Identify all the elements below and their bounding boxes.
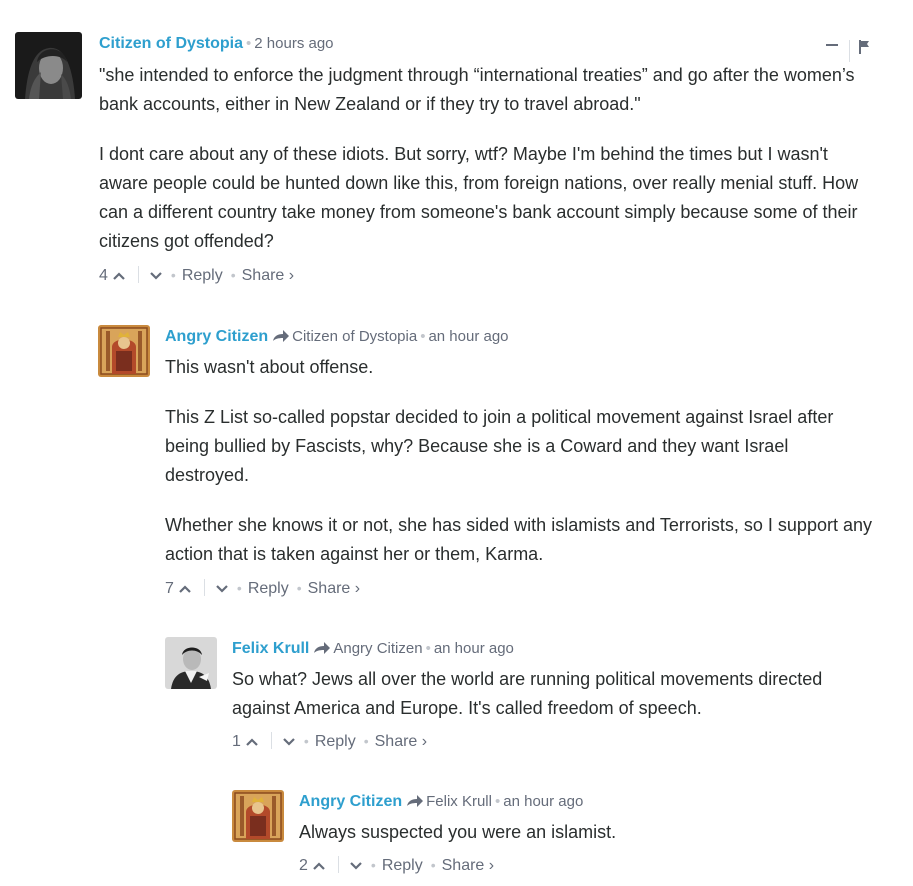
author-name[interactable]: Angry Citizen [299, 793, 402, 810]
comment-footer: 2 • Reply • Share › [299, 855, 494, 877]
timestamp[interactable]: an hour ago [434, 640, 514, 657]
reply-arrow-icon [406, 794, 424, 814]
separator-dot: • [170, 267, 176, 283]
comment-paragraph: This Z List so-called popstar decided to… [165, 407, 834, 485]
vote-divider [270, 732, 272, 749]
avatar[interactable] [232, 790, 284, 842]
chevron-down-icon[interactable] [215, 580, 229, 600]
comment-felix-krull: Felix Krull Angry Citizen • an hour ago So … [165, 637, 913, 757]
reply-button[interactable]: Reply [315, 733, 356, 750]
reply-button[interactable]: Reply [382, 857, 423, 874]
share-button[interactable]: Share › [308, 580, 360, 597]
parent-author-link[interactable]: Felix Krull [426, 793, 492, 810]
chevron-up-icon[interactable] [178, 580, 192, 600]
separator-dot: • [303, 733, 309, 749]
timestamp[interactable]: an hour ago [428, 328, 508, 345]
separator-dot: • [246, 35, 252, 52]
comment-paragraph: This wasn't about offense. [165, 357, 374, 377]
comment-text: Always suspected you were an islamist. [299, 818, 873, 847]
avatar[interactable] [98, 325, 150, 377]
reply-arrow-icon [313, 641, 331, 661]
comment-header: Angry Citizen Felix Krull • an hour ago [299, 792, 583, 814]
comment-angry-citizen: Angry Citizen Citizen of Dystopia • an hour… [98, 325, 913, 603]
comment-footer: 7 • Reply • Share › [165, 578, 360, 600]
upvote-count: 4 [99, 267, 108, 284]
timestamp[interactable]: an hour ago [503, 793, 583, 810]
chevron-up-icon[interactable] [112, 267, 126, 287]
avatar[interactable] [165, 637, 217, 689]
separator-dot: • [430, 857, 436, 873]
comment-body: Felix Krull Angry Citizen • an hour ago So … [232, 637, 873, 757]
comment-angry-citizen-reply: Angry Citizen Felix Krull • an hour ago Alw… [232, 790, 913, 880]
separator-dot: • [420, 328, 426, 345]
parent-author-link[interactable]: Angry Citizen [333, 640, 422, 657]
comment-body: Angry Citizen Citizen of Dystopia • an hour… [165, 325, 873, 603]
share-button[interactable]: Share › [442, 857, 494, 874]
comment-body: Angry Citizen Felix Krull • an hour ago Alw… [299, 790, 873, 880]
comment-paragraph: "she intended to enforce the judgment th… [99, 65, 855, 114]
separator-dot: • [296, 580, 302, 596]
separator-dot: • [370, 857, 376, 873]
comment-header: Citizen of Dystopia • 2 hours ago [99, 34, 334, 54]
author-name[interactable]: Citizen of Dystopia [99, 35, 243, 52]
comment-text: So what? Jews all over the world are run… [232, 665, 873, 723]
comment-citizen-of-dystopia: Citizen of Dystopia • 2 hours ago "she int… [15, 32, 913, 292]
upvote-count: 1 [232, 733, 241, 750]
timestamp[interactable]: 2 hours ago [254, 35, 333, 52]
menu-divider [849, 40, 850, 62]
avatar[interactable] [15, 32, 82, 99]
comment-footer: 4 • Reply • Share › [99, 265, 294, 287]
upvote-count: 7 [165, 580, 174, 597]
reply-arrow-icon [272, 329, 290, 349]
chevron-down-icon[interactable] [282, 733, 296, 753]
author-name[interactable]: Angry Citizen [165, 328, 268, 345]
parent-author-link[interactable]: Citizen of Dystopia [292, 328, 417, 345]
comment-header: Angry Citizen Citizen of Dystopia • an hour… [165, 327, 509, 349]
upvote-count: 2 [299, 857, 308, 874]
vote-divider [137, 266, 139, 283]
chevron-down-icon[interactable] [349, 857, 363, 877]
comment-text: "she intended to enforce the judgment th… [99, 61, 873, 256]
separator-dot: • [236, 580, 242, 596]
separator-dot: • [425, 640, 431, 657]
comment-paragraph: I dont care about any of these idiots. B… [99, 144, 859, 251]
chevron-down-icon[interactable] [149, 267, 163, 287]
flag-icon[interactable] [859, 40, 869, 54]
comment-paragraph: So what? Jews all over the world are run… [232, 669, 823, 718]
chevron-up-icon[interactable] [312, 857, 326, 877]
minus-icon[interactable] [825, 42, 839, 48]
separator-dot: • [230, 267, 236, 283]
comment-header: Felix Krull Angry Citizen • an hour ago [232, 639, 514, 661]
comment-paragraph: Whether she knows it or not, she has sid… [165, 515, 872, 564]
comment-menu [825, 34, 875, 64]
share-button[interactable]: Share › [375, 733, 427, 750]
vote-divider [337, 856, 339, 873]
comment-footer: 1 • Reply • Share › [232, 731, 427, 753]
comment-paragraph: Always suspected you were an islamist. [299, 822, 617, 842]
reply-button[interactable]: Reply [182, 267, 223, 284]
share-button[interactable]: Share › [242, 267, 294, 284]
chevron-up-icon[interactable] [245, 733, 259, 753]
author-name[interactable]: Felix Krull [232, 640, 309, 657]
separator-dot: • [494, 793, 501, 810]
comment-body: Citizen of Dystopia • 2 hours ago "she int… [99, 32, 873, 292]
separator-dot: • [363, 733, 369, 749]
comment-text: This wasn't about offense. This Z List s… [165, 353, 873, 569]
reply-button[interactable]: Reply [248, 580, 289, 597]
vote-divider [203, 579, 205, 596]
